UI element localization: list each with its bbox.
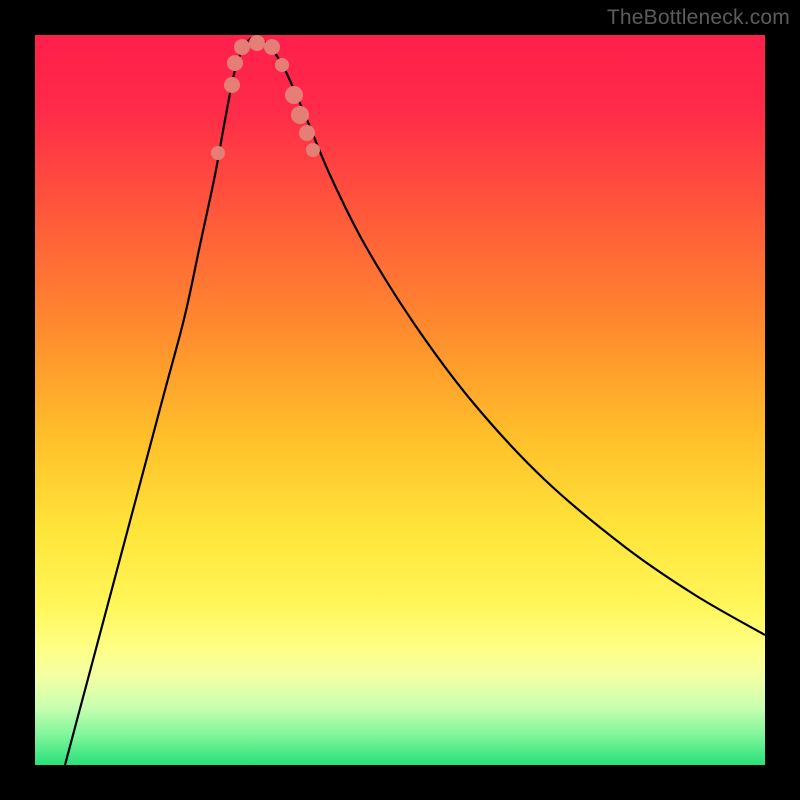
curve-marker (234, 39, 250, 55)
curve-marker (306, 143, 320, 157)
watermark-text: TheBottleneck.com (607, 6, 790, 30)
curve-marker (299, 125, 315, 141)
curve-marker (264, 39, 280, 55)
curve-marker (275, 58, 289, 72)
curve-layer (35, 35, 765, 765)
plot-area (35, 35, 765, 765)
curve-marker (227, 55, 243, 71)
curve-marker (291, 106, 309, 124)
curve-marker (285, 86, 303, 104)
curve-marker (211, 146, 225, 160)
chart-frame: TheBottleneck.com (0, 0, 800, 800)
curve-marker (224, 77, 240, 93)
curve-markers (211, 35, 320, 160)
curve-marker (249, 35, 265, 51)
bottleneck-curve (65, 38, 765, 765)
